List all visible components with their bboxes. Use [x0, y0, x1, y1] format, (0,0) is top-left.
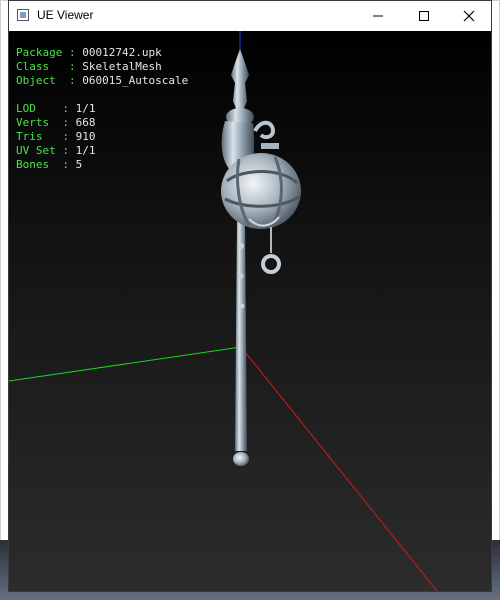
title-bar[interactable]: UE Viewer: [9, 1, 491, 31]
class-value: SkeletalMesh: [82, 60, 162, 73]
info-row-bones: Bones : 5: [16, 158, 83, 171]
axis-y: [9, 346, 242, 382]
staff-orb: [221, 153, 301, 229]
class-label: Class: [16, 60, 50, 73]
bones-label: Bones: [16, 158, 50, 171]
info-row-lod: LOD : 1/1: [16, 102, 96, 115]
package-value: 00012742.upk: [82, 46, 162, 59]
staff-shaft: [235, 221, 247, 451]
staff-foot: [233, 452, 249, 466]
info-row-tris: Tris : 910: [16, 130, 96, 143]
info-row-package: Package : 00012742.upk: [16, 46, 162, 59]
verts-value: 668: [75, 116, 96, 129]
close-button[interactable]: [446, 1, 492, 31]
minimize-icon: [373, 15, 383, 17]
tris-value: 910: [75, 130, 96, 143]
staff-spire: [231, 49, 249, 111]
lod-value: 1/1: [75, 102, 96, 115]
lod-label: LOD: [16, 102, 36, 115]
package-label: Package: [16, 46, 63, 59]
ue-viewer-window: UE Viewer Package: 00012742.upk Class:…: [8, 0, 492, 592]
info-row-uvset: UV Set : 1/1: [16, 144, 96, 157]
object-label: Object: [16, 74, 56, 87]
app-icon: [17, 9, 29, 21]
uvset-label: UV Set: [16, 144, 56, 157]
axis-x: [240, 346, 438, 591]
maximize-icon: [419, 11, 429, 21]
window-title: UE Viewer: [37, 8, 94, 22]
tris-label: Tris: [16, 130, 43, 143]
info-row-class: Class : SkeletalMesh: [16, 60, 162, 73]
minimize-button[interactable]: [355, 1, 401, 31]
info-row-object: Object : 060015_Autoscale: [16, 74, 189, 87]
uvset-value: 1/1: [75, 144, 96, 157]
close-icon: [463, 10, 475, 22]
hanging-ring: [261, 254, 281, 274]
object-value: 060015_Autoscale: [82, 74, 189, 87]
maximize-button[interactable]: [401, 1, 447, 31]
bones-value: 5: [75, 158, 83, 171]
verts-label: Verts: [16, 116, 50, 129]
3d-viewport[interactable]: Package : 00012742.upk Class : SkeletalM…: [9, 31, 491, 591]
info-row-verts: Verts : 668: [16, 116, 96, 129]
